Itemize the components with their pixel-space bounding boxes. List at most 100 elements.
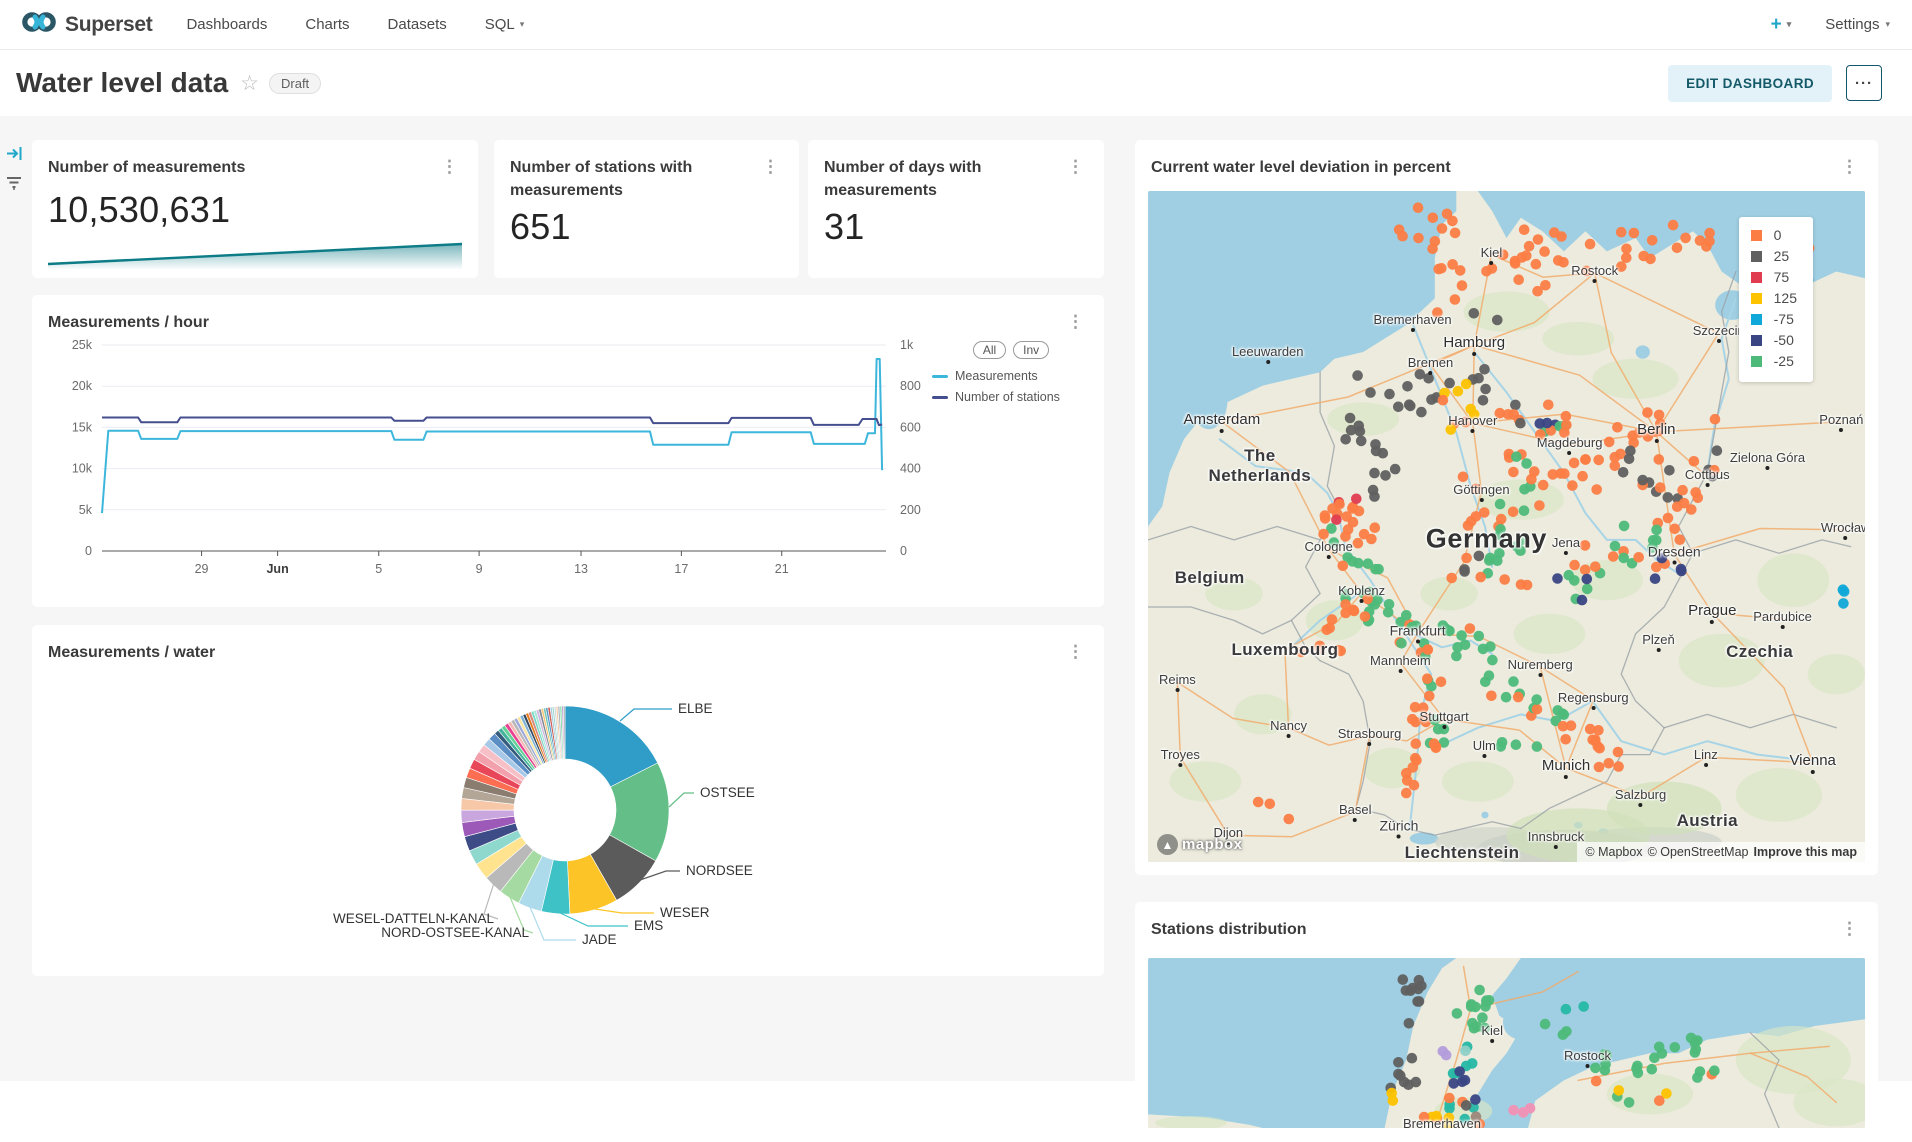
- donut-chart[interactable]: ELBEOSTSEENORDSEEWESEREMSJADENORD-OSTSEE…: [32, 625, 1104, 976]
- legend-swatch: [1751, 251, 1762, 262]
- nav-item-charts[interactable]: Charts: [305, 16, 349, 33]
- map-legend-item[interactable]: -25: [1751, 353, 1797, 369]
- nav-item-sql[interactable]: SQL▾: [485, 16, 525, 33]
- osm-credit[interactable]: © OpenStreetMap: [1648, 845, 1749, 859]
- legend-entry[interactable]: Measurements: [932, 369, 1090, 383]
- svg-text:5: 5: [375, 562, 382, 576]
- edit-dashboard-button[interactable]: EDIT DASHBOARD: [1668, 65, 1832, 102]
- nav-menu: Dashboards Charts Datasets SQL▾: [186, 16, 524, 33]
- legend-pill-inv[interactable]: Inv: [1013, 341, 1049, 359]
- card-title: Number of days with measurements: [824, 156, 1044, 202]
- dashboard-more-button[interactable]: ···: [1846, 65, 1882, 101]
- svg-text:NORD-OSTSEE-KANAL: NORD-OSTSEE-KANAL: [381, 925, 529, 940]
- map-attribution: © Mapbox © OpenStreetMap Improve this map: [1577, 842, 1865, 862]
- card-title: Measurements / hour: [48, 311, 209, 334]
- settings-menu[interactable]: Settings ▾: [1825, 16, 1890, 33]
- map-legend-item[interactable]: 125: [1751, 290, 1797, 306]
- card-number-of-measurements: Number of measurements ⋮ 10,530,631: [32, 140, 478, 278]
- expand-filter-bar-icon[interactable]: [6, 146, 23, 166]
- svg-text:WESER: WESER: [660, 905, 710, 920]
- svg-text:Jun: Jun: [266, 562, 288, 576]
- svg-text:13: 13: [574, 562, 588, 576]
- kebab-menu-icon[interactable]: ⋮: [1837, 918, 1862, 939]
- card-stations-distribution-map: Stations distribution ⋮ KielRostockBreme…: [1135, 902, 1878, 1142]
- brand-name: Superset: [65, 13, 152, 37]
- card-title: Number of measurements: [48, 156, 245, 179]
- map-legend-item[interactable]: -75: [1751, 311, 1797, 327]
- big-number-value: 31: [808, 202, 1104, 248]
- legend-swatch: [1751, 272, 1762, 283]
- card-measurements-per-water: Measurements / water ⋮ ELBEOSTSEENORDSEE…: [32, 625, 1104, 976]
- map-legend-item[interactable]: 75: [1751, 269, 1797, 285]
- card-title: Stations distribution: [1151, 918, 1307, 941]
- svg-text:ELBE: ELBE: [678, 701, 713, 716]
- svg-text:0: 0: [85, 544, 92, 558]
- svg-text:200: 200: [900, 503, 921, 517]
- legend-swatch: [1751, 335, 1762, 346]
- new-item-button[interactable]: + ▾: [1771, 14, 1792, 36]
- svg-text:WESEL-DATTELN-KANAL: WESEL-DATTELN-KANAL: [333, 911, 495, 926]
- nav-item-datasets[interactable]: Datasets: [388, 16, 447, 33]
- svg-text:1k: 1k: [900, 338, 914, 352]
- legend-swatch: [1751, 293, 1762, 304]
- svg-text:29: 29: [195, 562, 209, 576]
- mapbox-credit[interactable]: © Mapbox: [1585, 845, 1642, 859]
- card-measurements-per-hour: Measurements / hour ⋮ 0 5k 10k 15k 20k 25k 0 20…: [32, 295, 1104, 607]
- kebab-menu-icon[interactable]: ⋮: [1837, 156, 1862, 177]
- trendline-sparkline: [48, 238, 462, 270]
- filter-icon[interactable]: [6, 176, 22, 195]
- chart-legend: All Inv Measurements Number of stations: [932, 341, 1090, 411]
- series-swatch: [932, 396, 948, 399]
- svg-text:9: 9: [476, 562, 483, 576]
- legend-pill-all[interactable]: All: [973, 341, 1006, 359]
- svg-text:20k: 20k: [72, 379, 93, 393]
- plus-icon: +: [1771, 14, 1782, 36]
- svg-text:600: 600: [900, 420, 921, 434]
- svg-text:21: 21: [775, 562, 789, 576]
- dashboard-canvas: Number of measurements ⋮ 10,530,631 Numb…: [0, 116, 1912, 1081]
- page-title: Water level data: [16, 67, 228, 99]
- svg-text:5k: 5k: [79, 503, 93, 517]
- improve-map-link[interactable]: Improve this map: [1754, 845, 1858, 859]
- svg-text:15k: 15k: [72, 420, 93, 434]
- legend-swatch: [1751, 230, 1762, 241]
- chevron-down-icon: ▾: [1787, 19, 1792, 30]
- line-chart[interactable]: 05k10k15k20k25k02004006008001k29Jun59131…: [46, 335, 946, 598]
- deviation-map-canvas[interactable]: GermanyThe NetherlandsBelgiumLuxembourgC…: [1148, 191, 1865, 862]
- status-badge: Draft: [269, 73, 321, 94]
- card-number-of-days: Number of days with measurements ⋮ 31: [808, 140, 1104, 278]
- superset-logo[interactable]: Superset: [22, 10, 152, 39]
- dashboard-header: Water level data ☆ Draft EDIT DASHBOARD …: [0, 50, 1912, 116]
- svg-text:EMS: EMS: [634, 918, 663, 933]
- kebab-menu-icon[interactable]: ⋮: [758, 156, 783, 177]
- map-legend-item[interactable]: -50: [1751, 332, 1797, 348]
- svg-text:25k: 25k: [72, 338, 93, 352]
- kebab-menu-icon[interactable]: ⋮: [1063, 156, 1088, 177]
- svg-text:OSTSEE: OSTSEE: [700, 785, 755, 800]
- map-legend-item[interactable]: 0: [1751, 227, 1797, 243]
- legend-entry[interactable]: Number of stations: [932, 390, 1090, 404]
- big-number-value: 10,530,631: [32, 179, 478, 231]
- card-water-level-deviation-map: Current water level deviation in percent…: [1135, 140, 1878, 875]
- stations-map-canvas[interactable]: KielRostockBremerhaven: [1148, 958, 1865, 1128]
- svg-text:10k: 10k: [72, 462, 93, 476]
- nav-item-dashboards[interactable]: Dashboards: [186, 16, 267, 33]
- favorite-star-icon[interactable]: ☆: [240, 71, 259, 96]
- chevron-down-icon: ▾: [1885, 19, 1890, 30]
- svg-text:0: 0: [900, 544, 907, 558]
- series-swatch: [932, 375, 948, 378]
- mapbox-logo[interactable]: ▲mapbox: [1157, 834, 1243, 855]
- svg-text:NORDSEE: NORDSEE: [686, 863, 753, 878]
- map-legend-item[interactable]: 25: [1751, 248, 1797, 264]
- kebab-menu-icon[interactable]: ⋮: [437, 156, 462, 177]
- legend-swatch: [1751, 314, 1762, 325]
- legend-swatch: [1751, 356, 1762, 367]
- svg-text:400: 400: [900, 462, 921, 476]
- big-number-value: 651: [494, 202, 799, 248]
- chevron-down-icon: ▾: [520, 19, 525, 30]
- card-title: Current water level deviation in percent: [1151, 156, 1451, 179]
- superset-infinity-icon: [22, 10, 56, 39]
- kebab-menu-icon[interactable]: ⋮: [1063, 311, 1088, 332]
- mapbox-icon: ▲: [1157, 834, 1178, 855]
- svg-text:800: 800: [900, 379, 921, 393]
